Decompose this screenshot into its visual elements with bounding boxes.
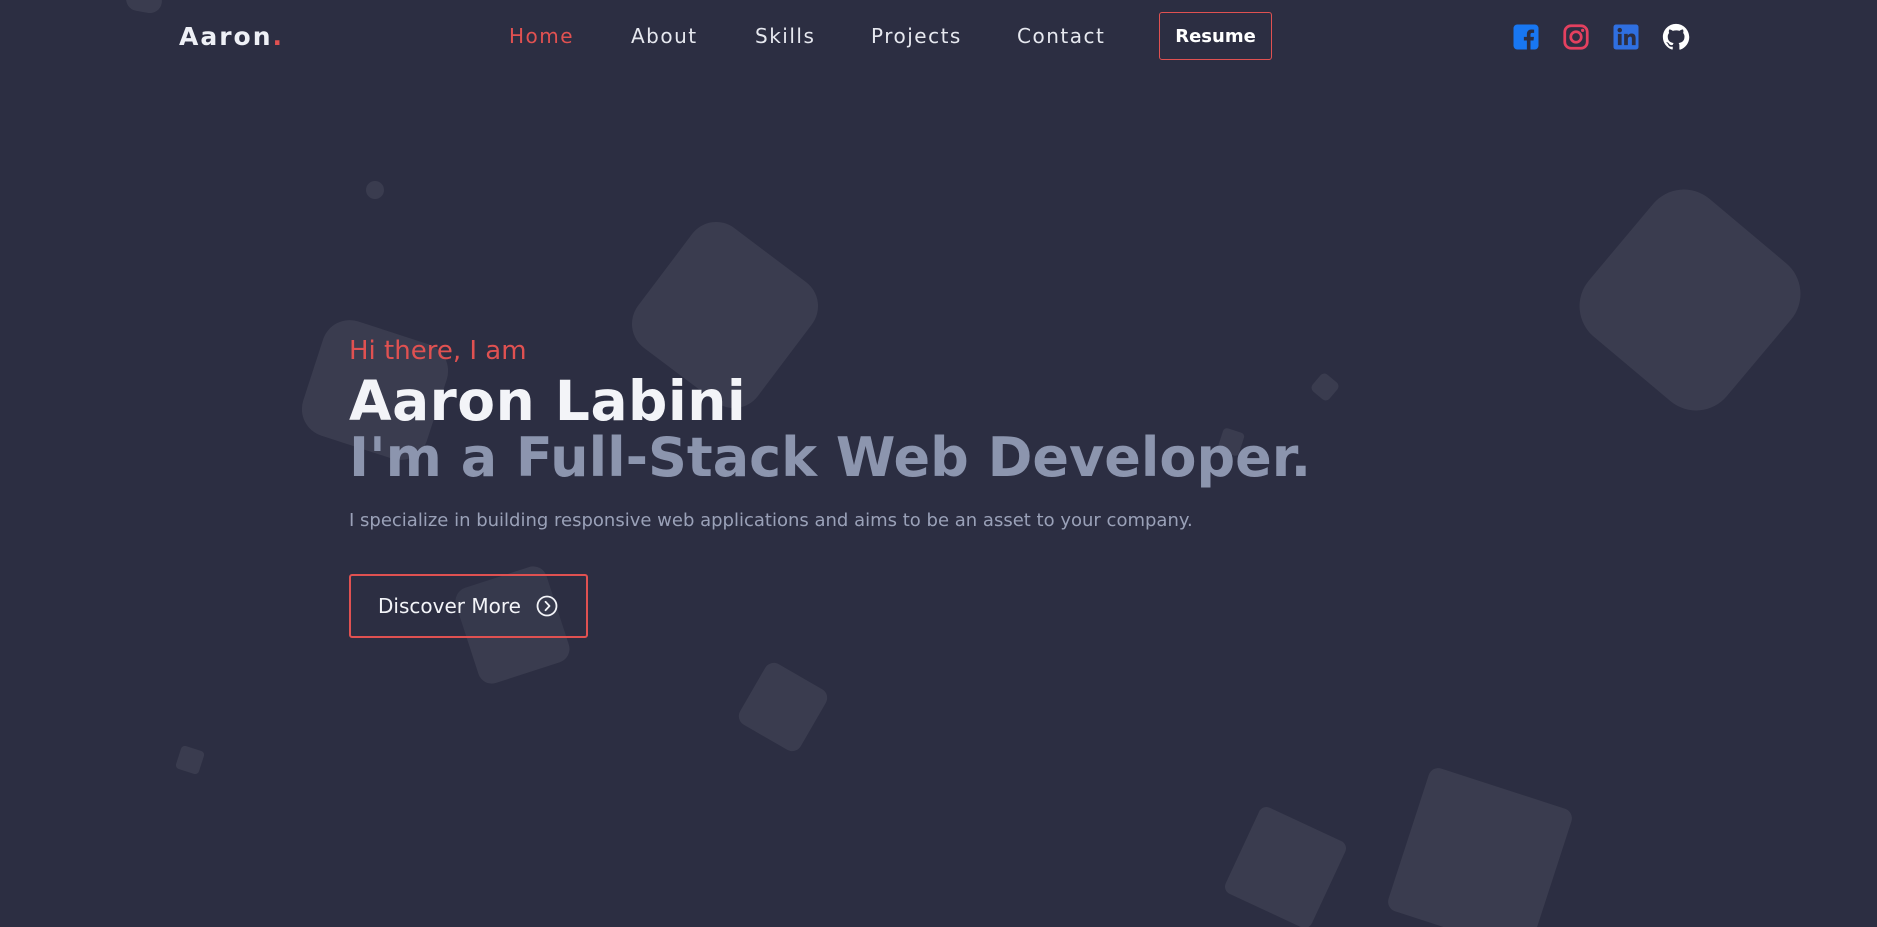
- github-icon: [1662, 23, 1690, 50]
- hero-section: Hi there, I am Aaron Labini I'm a Full-S…: [349, 332, 1349, 638]
- background-shape: [366, 181, 384, 199]
- background-shape: [1563, 173, 1817, 427]
- discover-more-button[interactable]: Discover More: [349, 574, 588, 638]
- brand-logo[interactable]: Aaron.: [179, 22, 284, 51]
- chevron-right-circle-icon: [535, 594, 559, 618]
- facebook-icon: [1513, 24, 1539, 50]
- instagram-link[interactable]: [1561, 22, 1591, 52]
- brand-name: Aaron: [179, 22, 273, 51]
- linkedin-link[interactable]: [1611, 22, 1641, 52]
- background-shape: [1222, 804, 1349, 927]
- nav-link-projects[interactable]: Projects: [871, 24, 962, 48]
- hero-description: I specialize in building responsive web …: [349, 510, 1193, 531]
- instagram-icon: [1563, 24, 1589, 50]
- facebook-link[interactable]: [1511, 22, 1541, 52]
- nav-link-home[interactable]: Home: [509, 24, 574, 48]
- linkedin-icon: [1613, 24, 1639, 50]
- nav-link-about[interactable]: About: [631, 24, 698, 48]
- resume-button[interactable]: Resume: [1159, 12, 1272, 60]
- hero-greeting: Hi there, I am: [349, 336, 527, 366]
- hero-name: Aaron Labini: [349, 369, 747, 433]
- brand-dot: .: [272, 22, 285, 51]
- background-shape: [174, 744, 206, 776]
- navbar: Aaron. Home About Skills Projects Contac…: [0, 0, 1877, 76]
- hero-role: I'm a Full-Stack Web Developer.: [349, 426, 1312, 489]
- background-shape: [1385, 765, 1575, 927]
- discover-more-label: Discover More: [378, 594, 521, 618]
- page: Aaron. Home About Skills Projects Contac…: [0, 0, 1877, 927]
- nav-link-contact[interactable]: Contact: [1017, 24, 1105, 48]
- nav-link-skills[interactable]: Skills: [755, 24, 815, 48]
- background-shape: [735, 659, 831, 755]
- github-link[interactable]: [1661, 22, 1691, 52]
